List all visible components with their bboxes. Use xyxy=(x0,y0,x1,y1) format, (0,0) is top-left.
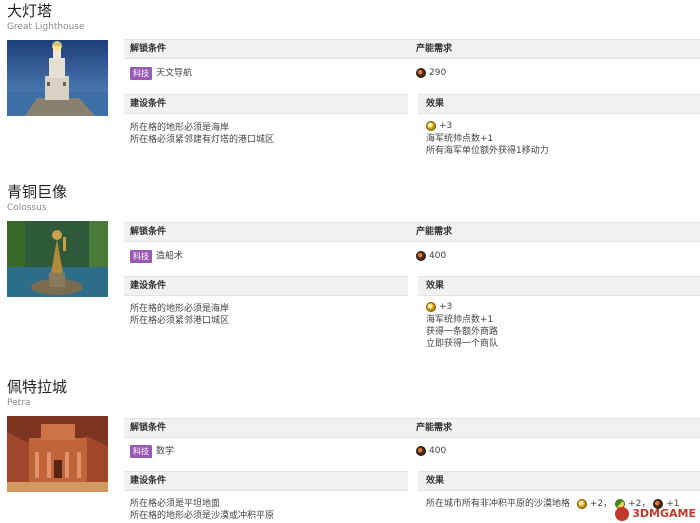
build-label: 建设条件 xyxy=(130,281,167,291)
gold-icon xyxy=(426,121,436,131)
unlock-row: 科技 造船术 xyxy=(130,250,183,263)
build-line: 所在格的地形必须是海岸 xyxy=(130,123,230,133)
unlock-header: 解锁条件 产能需求 xyxy=(124,418,700,438)
effect-header: 效果 xyxy=(418,276,700,296)
effect-label: 效果 xyxy=(426,99,445,109)
effect-header: 效果 xyxy=(418,94,700,114)
production-cost: 400 xyxy=(429,251,447,261)
production-label: 产能需求 xyxy=(416,423,453,433)
unlock-header: 解锁条件 产能需求 xyxy=(124,39,700,59)
effect-gold: +3 xyxy=(426,301,498,314)
build-label: 建设条件 xyxy=(130,476,167,486)
watermark-icon xyxy=(615,507,630,521)
wonder-title: 青铜巨像 xyxy=(7,183,68,201)
unlock-label: 解锁条件 xyxy=(130,44,167,54)
build-line: 所在格的地形必须是沙漠或冲积平原 xyxy=(130,511,275,521)
petra-image xyxy=(7,416,108,492)
unlock-tech[interactable]: 天文导航 xyxy=(156,69,192,79)
build-conditions: 所在格的地形必须是海岸 所在格必须紧邻建有灯塔的港口城区 xyxy=(130,122,274,146)
unlock-tech[interactable]: 造船术 xyxy=(156,252,183,262)
effect-line: 所有海军单位额外获得1移动力 xyxy=(426,145,549,156)
wonder-title: 佩特拉城 xyxy=(7,378,68,396)
effect-list: +3 海军统帅点数+1 获得一条额外商路 立即获得一个商队 xyxy=(426,301,498,350)
effect-line: 立即获得一个商队 xyxy=(426,338,499,349)
unlock-label: 解锁条件 xyxy=(130,227,167,237)
production-icon xyxy=(416,446,426,456)
build-label: 建设条件 xyxy=(130,99,167,109)
wonder-subtitle: Petra xyxy=(7,398,31,408)
effect-label: 效果 xyxy=(426,281,445,291)
effect-header: 效果 xyxy=(418,471,700,491)
tech-badge: 科技 xyxy=(130,250,152,263)
wonder-subtitle: Great Lighthouse xyxy=(7,22,85,32)
watermark-logo: 3DMGAME xyxy=(615,507,696,521)
effect-line: 获得一条额外商路 xyxy=(426,326,499,337)
build-header: 建设条件 xyxy=(124,471,408,491)
cost-row: 400 xyxy=(416,445,446,458)
effect-line: 海军统帅点数+1 xyxy=(426,133,494,144)
yield-gold: +2 xyxy=(589,499,604,509)
build-line: 所在格的地形必须是海岸 xyxy=(130,304,230,314)
build-line: 所在格必须紧邻建有灯塔的港口城区 xyxy=(130,135,275,145)
unlock-tech[interactable]: 数学 xyxy=(156,447,174,457)
build-conditions: 所在格的地形必须是海岸 所在格必须紧邻港口城区 xyxy=(130,303,229,327)
build-line: 所在格必须紧邻港口城区 xyxy=(130,316,230,326)
build-header: 建设条件 xyxy=(124,276,408,296)
watermark-text: 3DMGAME xyxy=(632,507,696,520)
effect-line: 所在城市所有非冲积平原的沙漠地格 xyxy=(426,499,571,509)
tech-badge: 科技 xyxy=(130,445,152,458)
production-cost: 400 xyxy=(429,446,447,456)
production-label: 产能需求 xyxy=(416,44,453,54)
colossus-image xyxy=(7,221,108,297)
production-cost: 290 xyxy=(429,68,447,78)
effect-gold: +3 xyxy=(426,120,549,133)
build-line: 所在格必须是平坦地面 xyxy=(130,499,221,509)
unlock-row: 科技 数学 xyxy=(130,445,174,458)
build-conditions: 所在格必须是平坦地面 所在格的地形必须是沙漠或冲积平原 xyxy=(130,498,274,522)
effect-label: 效果 xyxy=(426,476,445,486)
unlock-header: 解锁条件 产能需求 xyxy=(124,222,700,242)
gold-icon xyxy=(576,499,587,509)
cost-row: 290 xyxy=(416,67,446,80)
effect-list: +3 海军统帅点数+1 所有海军单位额外获得1移动力 xyxy=(426,120,549,157)
wonder-title: 大灯塔 xyxy=(7,2,53,20)
production-icon xyxy=(416,251,426,261)
unlock-row: 科技 天文导航 xyxy=(130,67,192,80)
cost-row: 400 xyxy=(416,250,446,263)
wonder-subtitle: Colossus xyxy=(7,203,47,213)
effect-line: 海军统帅点数+1 xyxy=(426,314,494,325)
production-icon xyxy=(416,68,426,78)
gold-icon xyxy=(426,302,436,312)
tech-badge: 科技 xyxy=(130,67,152,80)
lighthouse-image xyxy=(7,40,108,116)
production-label: 产能需求 xyxy=(416,227,453,237)
build-header: 建设条件 xyxy=(124,94,408,114)
unlock-label: 解锁条件 xyxy=(130,423,167,433)
